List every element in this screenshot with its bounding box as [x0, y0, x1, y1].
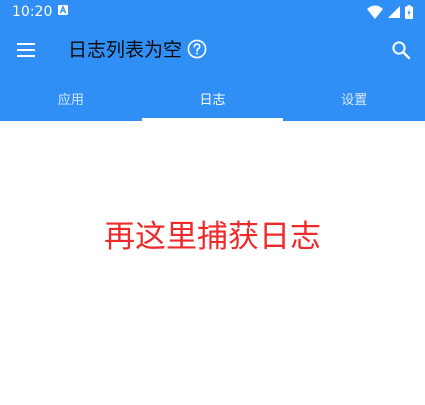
- tab-apps-label: 应用: [57, 93, 84, 108]
- app-bar: 10:20 日志列表为空 应用 日志 设置: [0, 0, 425, 121]
- battery-icon: [405, 5, 413, 19]
- search-icon[interactable]: [389, 38, 413, 62]
- status-time: 10:20: [12, 4, 53, 20]
- signal-icon: [388, 6, 400, 18]
- tab-logs-label: 日志: [199, 93, 226, 108]
- toolbar: 日志列表为空: [0, 24, 425, 76]
- menu-icon[interactable]: [14, 38, 38, 62]
- help-icon[interactable]: [187, 39, 207, 59]
- page-title: 日志列表为空: [68, 39, 183, 61]
- status-bar: 10:20: [0, 0, 425, 24]
- status-icons: [367, 4, 413, 20]
- tab-bar: 应用 日志 设置: [0, 76, 425, 121]
- tab-apps[interactable]: 应用: [0, 76, 142, 121]
- capture-hint-text: 再这里捕获日志: [104, 219, 321, 255]
- tab-settings[interactable]: 设置: [283, 76, 425, 121]
- tab-settings-label: 设置: [341, 93, 368, 108]
- a-notification-icon: [58, 5, 68, 15]
- tab-logs[interactable]: 日志: [141, 76, 284, 121]
- log-list-area: 再这里捕获日志: [0, 121, 425, 405]
- wifi-icon: [367, 5, 383, 19]
